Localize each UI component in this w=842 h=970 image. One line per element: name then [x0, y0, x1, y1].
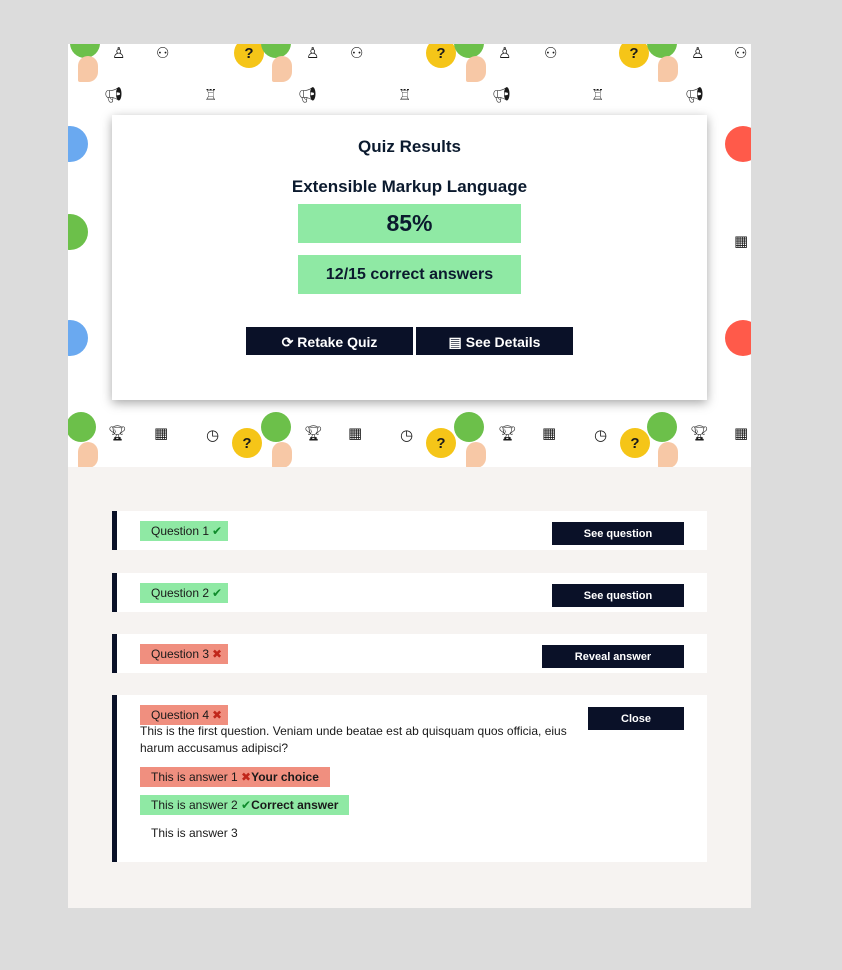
check-icon: ✔: [212, 524, 223, 538]
timer-icon: ◷: [594, 426, 608, 444]
team-icon: ⚇: [544, 44, 558, 62]
quiz-badge-icon: [725, 320, 751, 356]
team-icon: ⚇: [734, 44, 748, 62]
pattern-background: ♙ ⚇ ? ♙ ⚇ ? ♙ ⚇ ? ♙ ⚇ 📢︎ ♖ 📢︎ ♖ 📢︎ ♖ 📢︎: [68, 44, 751, 467]
check-bubble-icon: [68, 214, 88, 250]
pin-icon: [272, 56, 292, 82]
question-label: Question 2: [151, 586, 210, 600]
cross-icon: ✖: [212, 647, 223, 661]
person-icon: ♙: [498, 44, 512, 62]
pin-icon: [78, 442, 98, 467]
megaphone-icon: 📢︎: [104, 86, 124, 104]
quiz-topic: Extensible Markup Language: [291, 177, 528, 196]
speech-bubble-icon: [261, 44, 291, 58]
pin-icon: [466, 56, 486, 82]
check-bubble-icon: [647, 412, 677, 442]
trophy-icon: 🏆︎: [108, 424, 128, 442]
question-label: Question 3: [151, 647, 210, 661]
megaphone-icon: 📢︎: [492, 86, 512, 104]
question-status-badge: Question 1 ✔: [140, 521, 229, 541]
answer-text: This is answer 1: [151, 770, 238, 784]
question-card: Question 1 ✔ See question: [112, 511, 707, 550]
answer-text: This is answer 2: [151, 798, 238, 812]
question-card: Question 2 ✔ See question: [112, 573, 707, 612]
pin-icon: [78, 56, 98, 82]
correct-answer-note: Correct answer: [251, 798, 339, 812]
check-bubble-icon: [68, 412, 96, 442]
cross-icon: ✖: [212, 708, 223, 722]
close-button[interactable]: Close: [588, 707, 684, 730]
check-bubble-icon: [261, 412, 291, 442]
check-icon: ✔: [241, 798, 252, 812]
person-icon: ♙: [306, 44, 320, 62]
scoreboard-icon: ▦: [542, 424, 557, 442]
question-label: Question 1: [151, 524, 210, 538]
question-status-badge: Question 4 ✖: [140, 705, 229, 725]
question-label: Question 4: [151, 708, 210, 722]
pin-icon: [466, 442, 486, 467]
question-card-expanded: Question 4 ✖ Close This is the first ques…: [112, 695, 707, 862]
checklist-bubble-icon: [68, 320, 88, 356]
cross-icon: ✖: [241, 770, 252, 784]
idea-person-icon: ♖: [204, 86, 218, 104]
reveal-answer-button[interactable]: Reveal answer: [542, 645, 684, 668]
results-title: Quiz Results: [358, 137, 461, 156]
quiz-app: ♙ ⚇ ? ♙ ⚇ ? ♙ ⚇ ? ♙ ⚇ 📢︎ ♖ 📢︎ ♖ 📢︎ ♖ 📢︎: [68, 44, 751, 908]
scoreboard-icon: ▦: [154, 424, 169, 442]
question-bubble-icon: ?: [234, 44, 264, 68]
person-icon: ♙: [691, 44, 705, 62]
your-choice-note: Your choice: [251, 770, 319, 784]
answer-option: This is answer 3: [140, 823, 249, 843]
scoreboard-icon: ▦: [348, 424, 363, 442]
question-bubble-icon: ?: [232, 428, 262, 458]
clipboard-icon: ▤: [448, 334, 462, 350]
speech-bubble-icon: [647, 44, 677, 58]
question-text: This is the first question. Veniam unde …: [140, 724, 567, 755]
quiz-badge-icon: [725, 126, 751, 162]
question-status-badge: Question 2 ✔: [140, 583, 229, 603]
question-card: Question 3 ✖ Reveal answer: [112, 634, 707, 673]
question-bubble-icon: ?: [619, 44, 649, 68]
pin-icon: [658, 442, 678, 467]
answer-option-correct: This is answer 2 ✔Correct answer: [140, 795, 350, 815]
pin-icon: [272, 442, 292, 467]
trophy-icon: 🏆︎: [304, 424, 324, 442]
scoreboard-icon: ▦: [734, 232, 749, 250]
timer-icon: ◷: [206, 426, 220, 444]
megaphone-icon: 📢︎: [298, 86, 318, 104]
see-question-button[interactable]: See question: [552, 522, 684, 545]
question-bubble-icon: ?: [426, 44, 456, 68]
retake-quiz-label: Retake Quiz: [297, 334, 378, 350]
team-icon: ⚇: [350, 44, 364, 62]
person-icon: ♙: [112, 44, 126, 62]
megaphone-icon: 📢︎: [685, 86, 705, 104]
trophy-icon: 🏆︎: [498, 424, 518, 442]
check-icon: ✔: [212, 586, 223, 600]
idea-person-icon: ♖: [591, 86, 605, 104]
results-card: Quiz Results Extensible Markup Language …: [112, 115, 707, 400]
answer-text: This is answer 3: [151, 826, 238, 840]
idea-person-icon: ♖: [398, 86, 412, 104]
question-status-badge: Question 3 ✖: [140, 644, 229, 664]
question-bubble-icon: ?: [426, 428, 456, 458]
score-percentage: 85%: [298, 204, 521, 243]
pin-icon: [658, 56, 678, 82]
timer-icon: ◷: [400, 426, 414, 444]
see-question-button[interactable]: See question: [552, 584, 684, 607]
retake-quiz-button[interactable]: ⟳ Retake Quiz: [246, 327, 413, 355]
see-details-label: See Details: [465, 334, 541, 350]
question-bubble-icon: ?: [620, 428, 650, 458]
scoreboard-icon: ▦: [734, 424, 749, 442]
answer-option-chosen: This is answer 1 ✖Your choice: [140, 767, 330, 787]
checklist-bubble-icon: [68, 126, 88, 162]
team-icon: ⚇: [156, 44, 170, 62]
correct-answers-count: 12/15 correct answers: [298, 255, 521, 294]
refresh-icon: ⟳: [281, 334, 294, 350]
check-bubble-icon: [454, 412, 484, 442]
see-details-button[interactable]: ▤ See Details: [416, 327, 573, 355]
trophy-icon: 🏆︎: [690, 424, 710, 442]
